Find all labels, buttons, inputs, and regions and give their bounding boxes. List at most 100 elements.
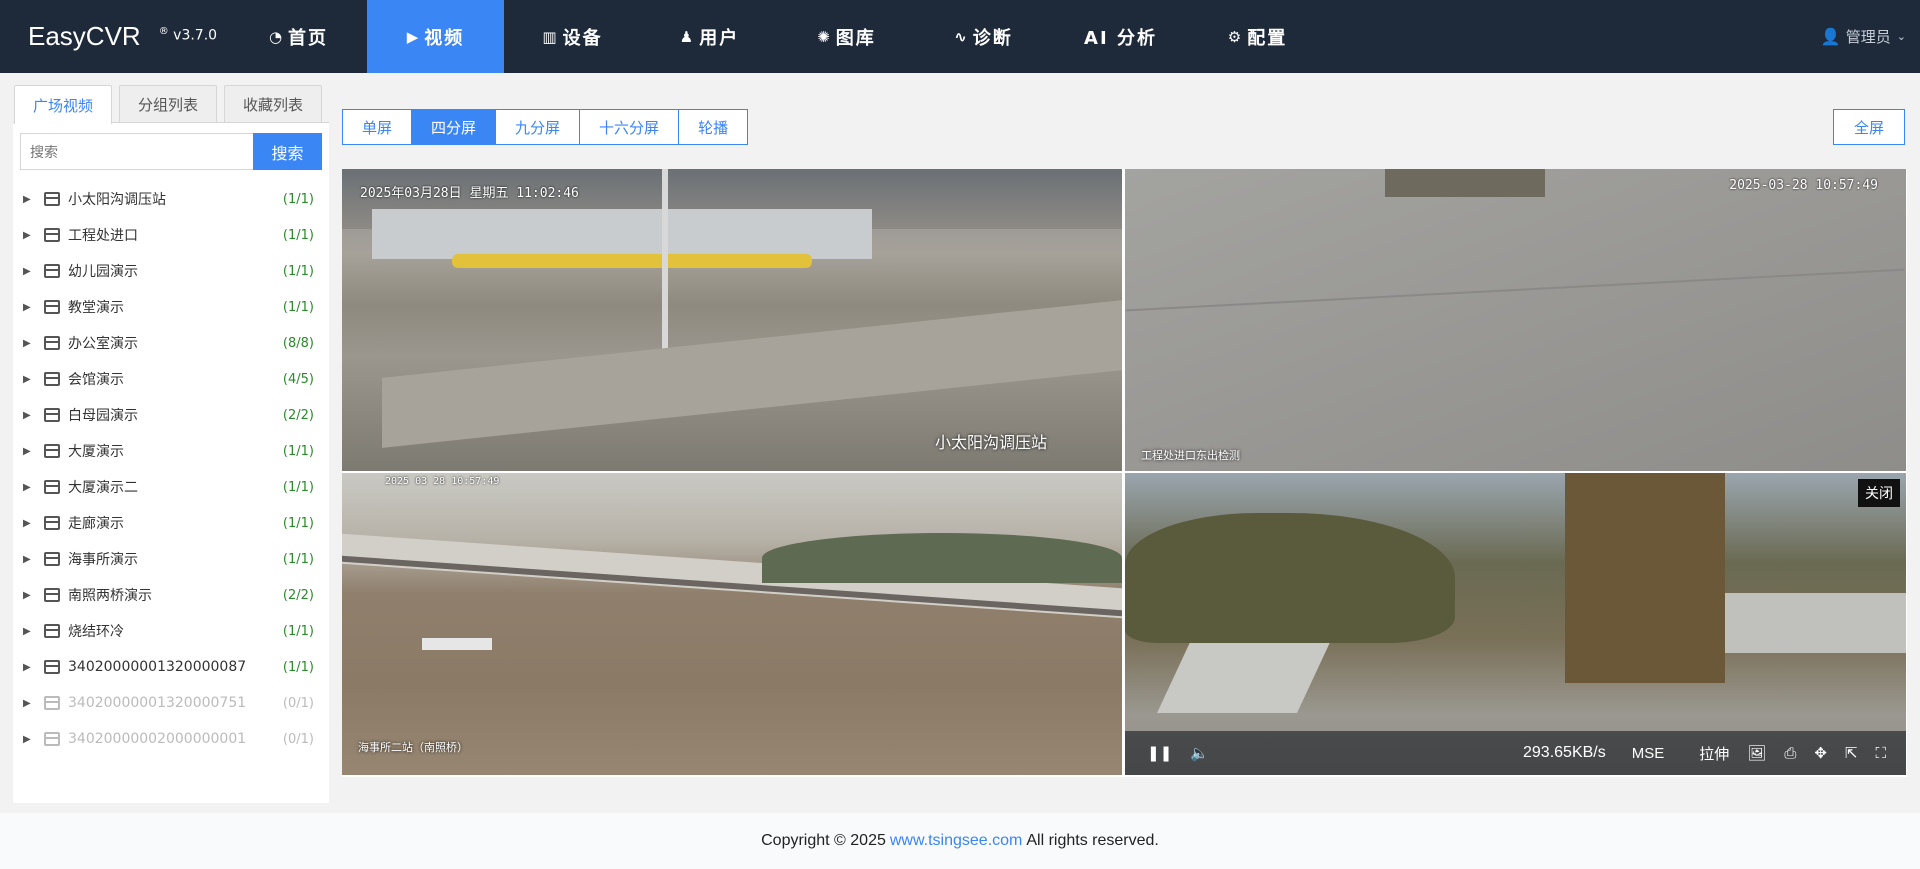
tab-group-list[interactable]: 分组列表	[119, 85, 217, 122]
device-icon	[44, 516, 60, 530]
caret-right-icon[interactable]: ▶	[23, 302, 33, 313]
nav-home[interactable]: ◔ 首页	[230, 0, 367, 73]
search-button[interactable]: 搜索	[253, 133, 322, 170]
caret-right-icon[interactable]: ▶	[23, 518, 33, 529]
user-icon: ♟	[679, 27, 694, 46]
tree-item[interactable]: ▶ 南照两桥演示 (2/2)	[13, 577, 329, 613]
tree-item-name: 白母园演示	[68, 408, 138, 424]
video-player-1[interactable]: 2025年03月28日 星期五 11:02:46 小太阳沟调压站	[342, 169, 1122, 471]
volume-icon[interactable]: 🔈	[1190, 744, 1209, 762]
user-menu[interactable]: 👤 管理员 ⌄	[1821, 0, 1906, 73]
stretch-button[interactable]: 拉伸	[1699, 743, 1729, 764]
player-controls: ❚❚ 🔈 293.65KB/s MSE 拉伸 🖼 ⎙ ✥ ⇱ ⛶	[1125, 731, 1906, 775]
tab-favorites[interactable]: 收藏列表	[224, 85, 322, 122]
video-player-2[interactable]: 2025-03-28 10:57:49 工程处进口东出检测	[1125, 169, 1906, 471]
mode-nine[interactable]: 九分屏	[496, 110, 581, 144]
ptz-move-icon[interactable]: ✥	[1814, 744, 1827, 762]
nav-diagnose[interactable]: ∿ 诊断	[915, 0, 1052, 73]
nav-config[interactable]: ⚙ 配置	[1189, 0, 1326, 73]
tree-item-name: 小太阳沟调压站	[68, 192, 166, 208]
device-icon	[44, 588, 60, 602]
site-link[interactable]: www.tsingsee.com	[890, 832, 1023, 850]
caret-right-icon[interactable]: ▶	[23, 338, 33, 349]
tree-item-count: (1/1)	[282, 443, 314, 459]
fullscreen-button[interactable]: 全屏	[1833, 109, 1905, 145]
zoom-pointer-icon[interactable]: ⇱	[1845, 744, 1858, 762]
caret-right-icon[interactable]: ▶	[23, 194, 33, 205]
caret-right-icon[interactable]: ▶	[23, 230, 33, 241]
nav-user[interactable]: ♟ 用户	[641, 0, 778, 73]
nav-gallery[interactable]: ✺ 图库	[778, 0, 915, 73]
tree-item[interactable]: ▶ 工程处进口 (1/1)	[13, 217, 329, 253]
device-icon	[44, 408, 60, 422]
tree-item-name: 工程处进口	[68, 228, 138, 244]
bitrate: 293.65KB/s	[1523, 744, 1606, 761]
barcode-icon: ▥	[542, 27, 557, 46]
caret-right-icon[interactable]: ▶	[23, 266, 33, 277]
tree-item[interactable]: ▶ 34020000002000000001 (0/1)	[13, 721, 329, 757]
record-icon[interactable]: ⎙	[1784, 744, 1796, 762]
caret-right-icon[interactable]: ▶	[23, 446, 33, 457]
snapshot-icon[interactable]: 🖼	[1747, 744, 1766, 762]
mode-sixteen[interactable]: 十六分屏	[580, 110, 680, 144]
tree-item[interactable]: ▶ 会馆演示 (4/5)	[13, 361, 329, 397]
tree-item-name: 34020000001320000751	[68, 695, 247, 711]
tree-item-count: (1/1)	[282, 227, 314, 243]
tree-item[interactable]: ▶ 海事所演示 (1/1)	[13, 541, 329, 577]
camera-label: 小太阳沟调压站	[934, 433, 1047, 452]
tree-item[interactable]: ▶ 大厦演示二 (1/1)	[13, 469, 329, 505]
tree-item-name: 烧结环冷	[68, 624, 124, 640]
tree-item[interactable]: ▶ 白母园演示 (2/2)	[13, 397, 329, 433]
tree-item[interactable]: ▶ 办公室演示 (8/8)	[13, 325, 329, 361]
tree-item-count: (4/5)	[282, 371, 314, 387]
device-tree: ▶ 小太阳沟调压站 (1/1) ▶ 工程处进口 (1/1) ▶ 幼儿园演示 (1/1) ▶ 教堂演示…	[13, 181, 329, 757]
tree-item[interactable]: ▶ 34020000001320000087 (1/1)	[13, 649, 329, 685]
tree-item[interactable]: ▶ 大厦演示 (1/1)	[13, 433, 329, 469]
mode-single[interactable]: 单屏	[343, 110, 413, 144]
video-player-3[interactable]: 2025 03 28 10:57:49 海事所二站（南照桥）	[342, 473, 1122, 775]
camera-timestamp: 2025-03-28 10:57:49	[1729, 178, 1878, 193]
tree-item[interactable]: ▶ 幼儿园演示 (1/1)	[13, 253, 329, 289]
rights-text: All rights reserved.	[1026, 832, 1159, 849]
search-input[interactable]	[20, 133, 253, 170]
tree-item-count: (1/1)	[282, 659, 314, 675]
video-player-4[interactable]: 关闭 ❚❚ 🔈 293.65KB/s MSE 拉伸 🖼 ⎙ ✥ ⇱ ⛶	[1125, 473, 1906, 775]
pulse-icon: ∿	[954, 27, 967, 46]
nav-ai[interactable]: AI 分析	[1052, 0, 1189, 73]
tree-item[interactable]: ▶ 34020000001320000751 (0/1)	[13, 685, 329, 721]
gear-icon: ⚙	[1227, 27, 1242, 46]
screen-mode-group: 单屏 四分屏 九分屏 十六分屏 轮播	[342, 109, 749, 145]
device-icon	[44, 336, 60, 350]
mode-four[interactable]: 四分屏	[412, 110, 497, 144]
device-icon	[44, 480, 60, 494]
nav-video[interactable]: ▶ 视频	[367, 0, 504, 73]
tree-item[interactable]: ▶ 小太阳沟调压站 (1/1)	[13, 181, 329, 217]
tree-item-name: 34020000002000000001	[68, 731, 247, 747]
camera-label: 海事所二站（南照桥）	[358, 741, 468, 754]
caret-right-icon[interactable]: ▶	[23, 482, 33, 493]
caret-right-icon[interactable]: ▶	[23, 554, 33, 565]
tree-item[interactable]: ▶ 走廊演示 (1/1)	[13, 505, 329, 541]
nav-device[interactable]: ▥ 设备	[504, 0, 641, 73]
pause-icon[interactable]: ❚❚	[1147, 744, 1172, 762]
caret-right-icon[interactable]: ▶	[23, 698, 33, 709]
fullscreen-icon[interactable]: ⛶	[1875, 744, 1886, 762]
device-icon	[44, 696, 60, 710]
decode-mode: MSE	[1631, 744, 1665, 762]
tree-item[interactable]: ▶ 教堂演示 (1/1)	[13, 289, 329, 325]
tree-item-count: (0/1)	[282, 731, 314, 747]
caret-right-icon[interactable]: ▶	[23, 374, 33, 385]
tab-square-video[interactable]: 广场视频	[14, 85, 112, 124]
copyright-text: Copyright © 2025	[761, 832, 886, 849]
play-circle-icon: ▶	[406, 27, 419, 46]
caret-right-icon[interactable]: ▶	[23, 626, 33, 637]
tree-item-name: 34020000001320000087	[68, 659, 247, 675]
tree-item-count: (1/1)	[282, 551, 314, 567]
caret-right-icon[interactable]: ▶	[23, 662, 33, 673]
tree-item[interactable]: ▶ 烧结环冷 (1/1)	[13, 613, 329, 649]
close-button[interactable]: 关闭	[1858, 479, 1900, 507]
caret-right-icon[interactable]: ▶	[23, 590, 33, 601]
caret-right-icon[interactable]: ▶	[23, 410, 33, 421]
caret-right-icon[interactable]: ▶	[23, 734, 33, 745]
mode-carousel[interactable]: 轮播	[679, 110, 748, 144]
